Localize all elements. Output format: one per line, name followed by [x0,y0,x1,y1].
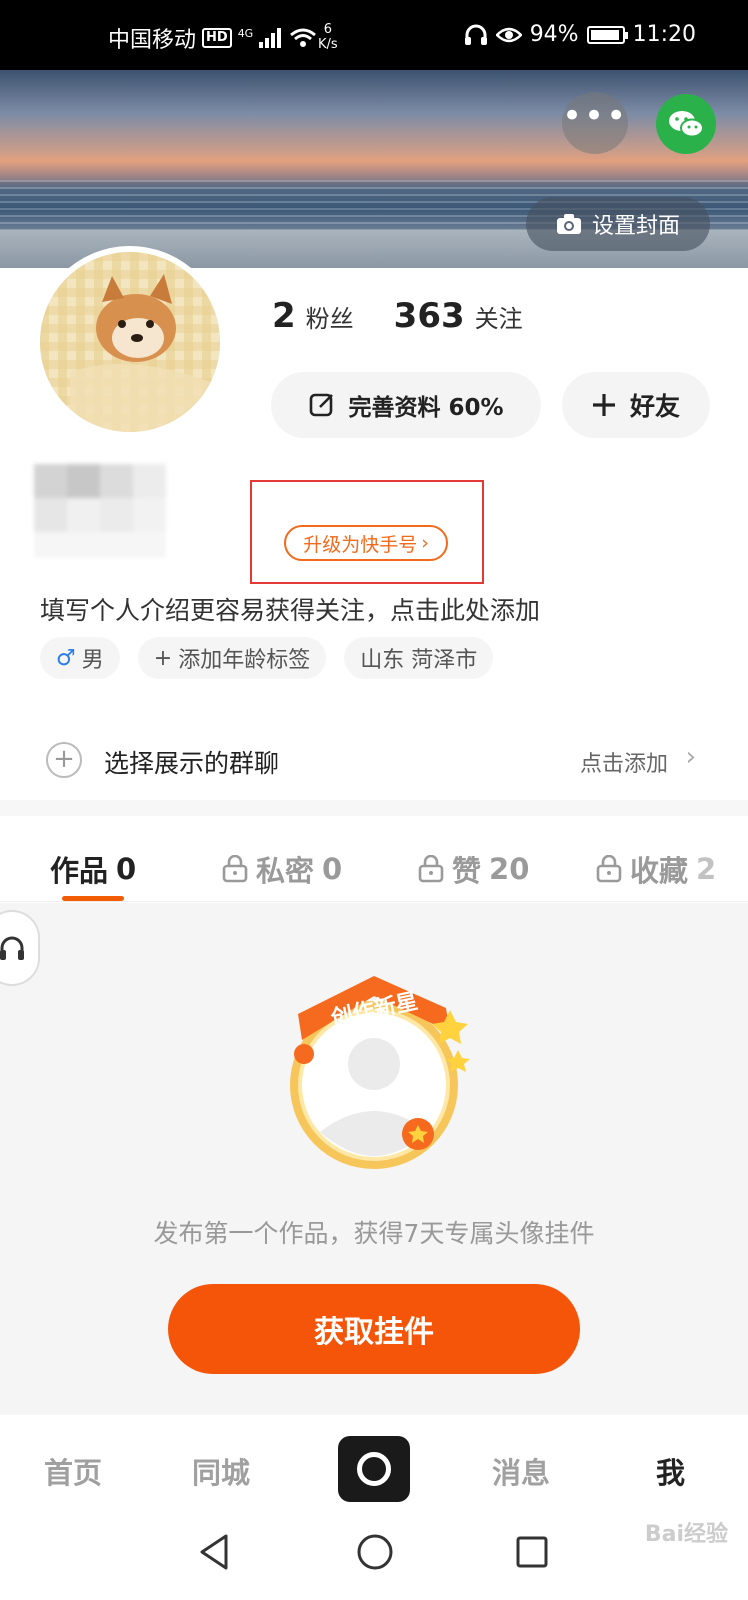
tab-private-label: 私密 [256,854,315,888]
followers-count: 2 [272,296,296,336]
eye-icon [495,27,522,42]
set-cover-button[interactable]: 设置封面 [526,197,710,251]
profile-stats: 2 粉丝 363 关注 [272,296,523,336]
wechat-icon [669,111,704,138]
network-type: 4G [237,26,254,40]
watermark-text: Bai经验 [644,1522,728,1547]
lock-icon [596,855,622,883]
chevron-right-icon: › [421,532,429,554]
complete-profile-label: 完善资料 60% [348,395,504,421]
tab-works-label: 作品 [50,854,109,888]
lock-icon [418,855,444,883]
tab-favorites-count: 2 [696,852,717,886]
tab-likes[interactable]: 赞 20 [418,848,529,890]
followers-stat[interactable]: 2 粉丝 [272,296,354,336]
tab-works-count: 0 [116,852,137,886]
age-tag-label: 添加年龄标签 [178,648,311,673]
headphone-icon [0,936,24,960]
camera-icon [556,214,581,234]
carrier-name: 中国移动 [108,28,197,53]
bio-placeholder[interactable]: 填写个人介绍更容易获得关注，点击此处添加 [40,591,540,627]
location-tag[interactable]: 山东 菏泽市 [344,637,494,679]
carrier-group: 中国移动 HD 4G [108,22,317,54]
gender-tag[interactable]: ♂ 男 [40,637,120,679]
back-icon[interactable] [196,1532,232,1572]
following-label: 关注 [474,305,523,333]
gender-tag-label: 男 [81,648,104,673]
nav-local[interactable]: 同城 [192,1450,250,1492]
more-dots-icon: ••• [562,96,629,136]
nav-home[interactable]: 首页 [44,1450,102,1492]
group-chat-label: 选择展示的群聊 [104,749,280,778]
hd-badge: HD [202,28,232,48]
clock: 11:20 [632,22,696,47]
male-icon: ♂ [56,645,76,671]
add-friend-button[interactable]: 好友 [562,372,710,438]
get-pendant-button[interactable]: 获取挂件 [168,1284,580,1374]
age-tag[interactable]: + 添加年龄标签 [137,637,327,679]
tab-likes-count: 20 [489,852,530,886]
capture-ring-icon [357,1452,391,1486]
avatar-image [40,252,220,432]
active-tab-indicator [62,896,124,901]
battery-icon [586,25,628,44]
status-right: 94% 11:20 [464,22,696,47]
tab-likes-label: 赞 [452,854,482,888]
nav-messages[interactable]: 消息 [492,1450,550,1492]
status-bar: 中国移动 HD 4G 6 K/s 94% 11:20 [0,0,748,70]
more-options-button[interactable]: ••• [562,92,628,154]
avatar-pendant-illustration: 创作新星 [270,970,482,1180]
profile-tabs: 作品 0 私密 0 赞 20 收藏 2 [0,816,748,902]
bottom-nav: 首页 同城 消息 我 [0,1416,748,1514]
net-speed: 6 K/s [318,22,338,52]
battery-percent: 94% [529,22,579,47]
tab-private-count: 0 [322,852,343,886]
following-count: 363 [393,296,465,336]
wifi-icon [290,28,317,47]
chevron-right-icon: › [685,742,696,772]
system-nav-bar [0,1514,748,1600]
recents-square-icon[interactable] [514,1532,550,1572]
upgrade-account-link[interactable]: 升级为快手号 › [284,525,448,561]
plus-icon: + [153,645,173,671]
group-chat-action: 点击添加 [579,752,668,777]
net-speed-value: 6 [323,22,332,37]
profile-tags: ♂ 男 + 添加年龄标签 山东 菏泽市 [40,637,494,679]
add-circle-icon: + [46,742,82,778]
signal-icon [259,28,282,48]
wechat-share-button[interactable] [656,94,716,154]
camera-capture-button[interactable] [338,1436,410,1502]
complete-profile-button[interactable]: 完善资料 60% [271,372,541,438]
tab-private[interactable]: 私密 0 [222,848,342,890]
floating-audio-button[interactable] [0,910,40,986]
followers-label: 粉丝 [305,305,354,333]
edit-icon [310,393,334,417]
lock-icon [222,855,248,883]
tab-favorites[interactable]: 收藏 2 [596,848,716,890]
avatar[interactable] [34,246,226,438]
net-speed-unit: K/s [318,37,338,52]
highlight-box: 升级为快手号 › [250,480,484,584]
tab-works[interactable]: 作品 0 [50,848,136,890]
tab-favorites-label: 收藏 [630,854,689,888]
nav-me[interactable]: 我 [656,1450,685,1492]
username-blurred [34,464,168,564]
promo-description: 发布第一个作品，获得7天专属头像挂件 [153,1219,595,1248]
location-tag-label: 山东 菏泽市 [360,648,478,673]
group-chat-row[interactable]: + 选择展示的群聊 点击添加 › [0,730,748,794]
following-stat[interactable]: 363 关注 [394,296,523,336]
section-divider [0,800,748,816]
plus-icon [592,394,615,416]
add-friend-label: 好友 [629,392,680,421]
upgrade-account-label: 升级为快手号 [303,533,418,556]
headphone-icon [464,24,487,45]
set-cover-label: 设置封面 [591,214,680,239]
home-circle-icon[interactable] [356,1532,394,1572]
